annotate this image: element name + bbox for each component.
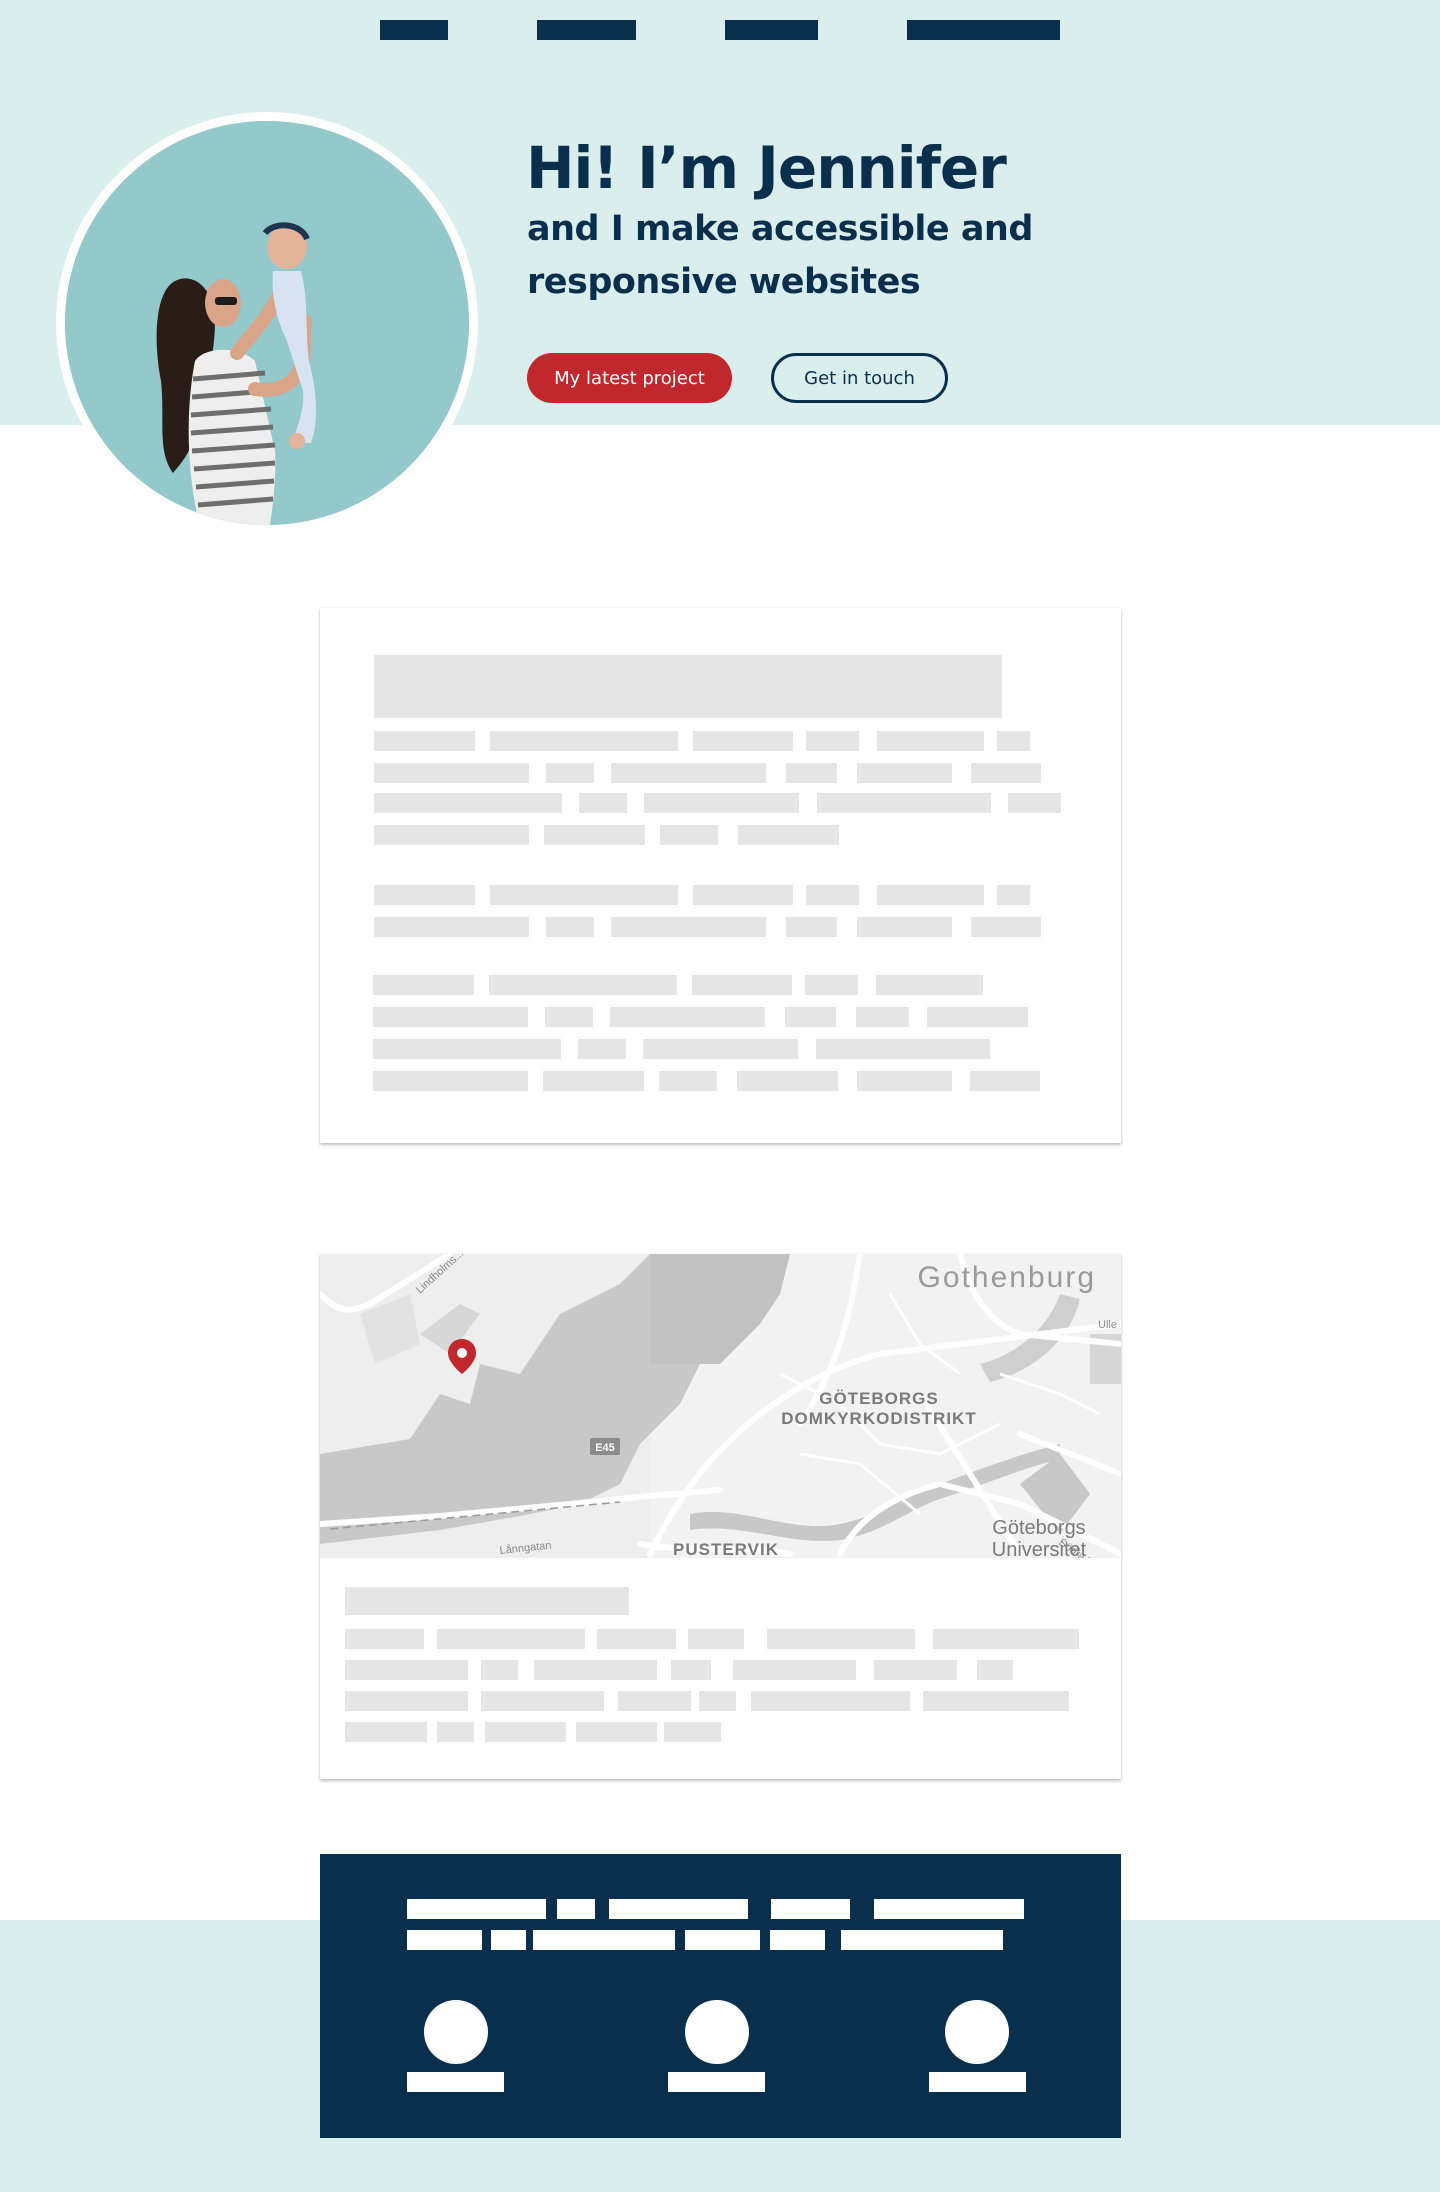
nav-link-3[interactable] xyxy=(725,20,818,40)
map-university-label-1: Göteborgs xyxy=(992,1517,1085,1539)
get-in-touch-button[interactable]: Get in touch xyxy=(771,353,948,403)
contact-label-2[interactable] xyxy=(668,2072,765,2092)
nav-link-2[interactable] xyxy=(537,20,636,40)
contact-label-1[interactable] xyxy=(407,2072,504,2092)
location-map[interactable]: E45 Gothenburg GÖTEBORGS DOMKYRKODISTRIK… xyxy=(320,1254,1121,1558)
location-card: E45 Gothenburg GÖTEBORGS DOMKYRKODISTRIK… xyxy=(320,1254,1121,1779)
avatar-frame xyxy=(56,112,478,534)
contact-label-3[interactable] xyxy=(929,2072,1026,2092)
latest-project-button[interactable]: My latest project xyxy=(527,353,732,403)
hero-subtitle: and I make accessible and responsive web… xyxy=(527,209,1033,302)
map-area-label: PUSTERVIK xyxy=(673,1540,779,1558)
map-canvas[interactable]: E45 Gothenburg GÖTEBORGS DOMKYRKODISTRIK… xyxy=(320,1254,1121,1558)
about-card xyxy=(320,608,1121,1143)
contact-icon-1[interactable] xyxy=(424,2000,488,2064)
contact-icon-3[interactable] xyxy=(945,2000,1009,2064)
map-street-label-3: Ulle xyxy=(1098,1319,1117,1331)
map-city-label: Gothenburg xyxy=(918,1261,1096,1294)
avatar-photo xyxy=(65,121,469,525)
contact-icon-2[interactable] xyxy=(685,2000,749,2064)
nav-link-4[interactable] xyxy=(907,20,1060,40)
about-heading-placeholder xyxy=(374,655,1002,718)
road-badge: E45 xyxy=(595,1442,615,1454)
hero-title: Hi! I’m Jennifer xyxy=(526,134,1007,202)
profile-photo-illustration xyxy=(65,121,469,525)
nav-link-1[interactable] xyxy=(380,20,448,40)
map-district-label-1: GÖTEBORGS xyxy=(819,1389,939,1408)
contact-footer xyxy=(320,1854,1121,2138)
map-district-label-2: DOMKYRKODISTRIKT xyxy=(781,1409,976,1428)
